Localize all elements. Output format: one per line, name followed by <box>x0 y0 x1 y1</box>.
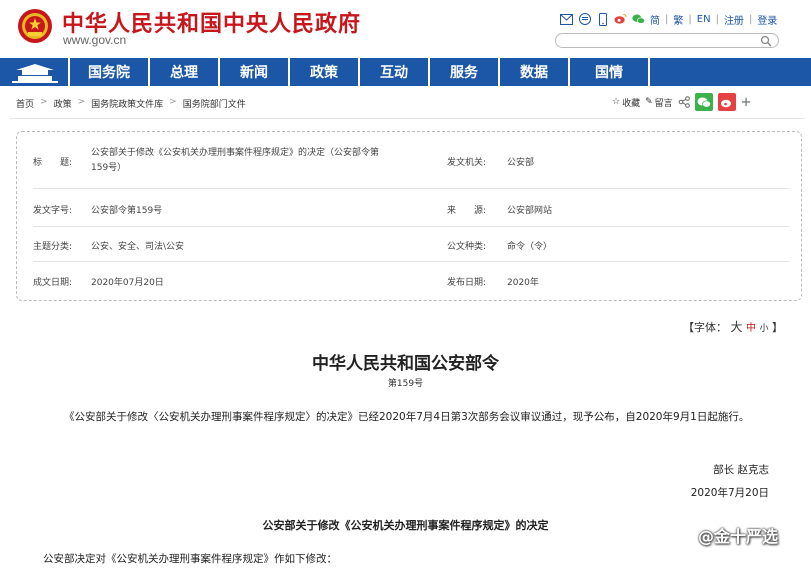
sign-date: 2020年7月20日 <box>690 487 769 499</box>
font-size-medium[interactable]: 中 <box>746 323 756 334</box>
breadcrumb: 首页 > 政策 > 国务院政策文件库 > 国务院部门文件 <box>16 97 246 110</box>
topic-label: 主题分类: <box>33 242 73 252</box>
site-domain: www.gov.cn <box>63 33 127 47</box>
divider <box>33 226 789 227</box>
title-value: 公安部关于修改《公安机关办理刑事案件程序规定》的决定（公安部令第159号） <box>91 148 380 173</box>
article-paragraph: 公安部决定对《公安机关办理刑事案件程序规定》作如下修改： <box>43 553 337 565</box>
article-title: 中华人民共和国公安部令 <box>312 354 499 374</box>
crumb-separator-icon: > <box>40 97 48 107</box>
doc-number-label: 发文字号: <box>33 206 73 216</box>
divider: | <box>688 13 692 25</box>
nav-data[interactable]: 数据 <box>500 58 570 86</box>
divider <box>33 188 789 189</box>
divider: | <box>715 13 719 25</box>
site-header: 中华人民共和国中央人民政府 www.gov.cn 简 | 繁 | EN | 注册… <box>0 0 811 58</box>
wechat-icon[interactable] <box>632 13 645 26</box>
star-icon: ☆ <box>612 97 621 107</box>
article-number: 第159号 <box>387 379 424 389</box>
favorite-label: 收藏 <box>622 98 641 109</box>
weibo-share-icon[interactable] <box>717 93 736 111</box>
crumb-policy-library[interactable]: 国务院政策文件库 <box>91 97 163 110</box>
share-icon[interactable] <box>678 96 690 108</box>
link-register[interactable]: 注册 <box>724 12 744 27</box>
source-label: 来 源: <box>447 206 487 216</box>
nav-national-info[interactable]: 国情 <box>570 58 650 86</box>
watermark-text: @金十严选 <box>698 527 779 546</box>
link-login[interactable]: 登录 <box>757 12 777 27</box>
nav-services[interactable]: 服务 <box>430 58 500 86</box>
rss-icon[interactable] <box>578 13 591 26</box>
link-simplified[interactable]: 简 <box>650 12 660 27</box>
crumb-policy[interactable]: 政策 <box>54 97 72 110</box>
font-size-small[interactable]: 小 <box>760 324 769 334</box>
crumb-department-docs[interactable]: 国务院部门文件 <box>183 97 246 110</box>
divider <box>33 261 789 262</box>
link-english[interactable]: EN <box>697 14 711 25</box>
title-label: 标 题: <box>33 158 73 168</box>
signer: 部长 赵克志 <box>713 464 769 476</box>
doc-number-value: 公安部令第159号 <box>91 206 163 216</box>
top-link-bar: 简 | 繁 | EN | 注册 | 登录 <box>560 11 777 27</box>
divider: | <box>665 13 669 25</box>
favorite-button[interactable]: ☆ 收藏 <box>612 96 640 109</box>
nav-state-council[interactable]: 国务院 <box>70 58 150 86</box>
date-label: 成文日期: <box>33 278 73 288</box>
date-value: 2020年07月20日 <box>91 278 164 288</box>
font-size-suffix: 】 <box>772 321 784 334</box>
nav-interaction[interactable]: 互动 <box>360 58 430 86</box>
nav-premier[interactable]: 总理 <box>150 58 220 86</box>
crumb-separator-icon: > <box>77 97 86 107</box>
nav-policy[interactable]: 政策 <box>290 58 360 86</box>
font-size-prefix: 【字体： <box>683 321 727 334</box>
watermark: @金十严选 <box>676 523 778 547</box>
article-paragraph: 《公安部关于修改〈公安机关办理刑事案件程序规定〉的决定》已经2020年7月4日第… <box>64 411 750 423</box>
font-size-large[interactable]: 大 <box>731 320 743 334</box>
info-row-title: 标 题: 公安部关于修改《公安机关办理刑事案件程序规定》的决定（公安部令第159… <box>33 146 789 176</box>
search-input[interactable] <box>564 35 754 46</box>
more-share-icon[interactable]: + <box>741 95 752 110</box>
tiananmen-logo-icon[interactable] <box>0 58 70 86</box>
email-icon[interactable] <box>560 13 573 26</box>
comment-label: 留言 <box>654 98 673 109</box>
publish-label: 发布日期: <box>447 278 487 288</box>
wechat-share-icon[interactable] <box>694 93 713 111</box>
search-box <box>555 33 779 48</box>
share-toolbar: ☆ 收藏 ✎ 留言 + <box>612 93 752 111</box>
genre-label: 公文种类: <box>447 242 487 252</box>
document-info-box: 标 题: 公安部关于修改《公安机关办理刑事案件程序规定》的决定（公安部令第159… <box>16 131 802 301</box>
crumb-separator-icon: > <box>169 97 177 107</box>
main-nav: 国务院 总理 新闻 政策 互动 服务 数据 国情 <box>0 58 811 86</box>
topic-value: 公安、安全、司法\公安 <box>91 242 185 252</box>
source-value: 公安部网站 <box>507 206 553 216</box>
publish-value: 2020年 <box>507 278 539 288</box>
font-size-switcher: 【字体： 大 中 小 】 <box>683 318 783 335</box>
divider <box>10 118 805 119</box>
nav-news[interactable]: 新闻 <box>220 58 290 86</box>
comment-button[interactable]: ✎ 留言 <box>645 96 673 109</box>
watermark-logo-icon <box>678 526 692 542</box>
weibo-icon[interactable] <box>614 13 627 26</box>
issuer-value: 公安部 <box>507 158 535 168</box>
search-icon[interactable] <box>760 35 772 47</box>
pencil-icon: ✎ <box>645 97 653 107</box>
genre-value: 命令（令） <box>507 242 553 252</box>
link-traditional[interactable]: 繁 <box>673 12 683 27</box>
crumb-home[interactable]: 首页 <box>16 97 34 110</box>
mobile-icon[interactable] <box>596 12 609 26</box>
issuer-label: 发文机关: <box>447 158 487 168</box>
divider: | <box>748 13 753 25</box>
national-emblem-icon[interactable] <box>16 6 54 46</box>
